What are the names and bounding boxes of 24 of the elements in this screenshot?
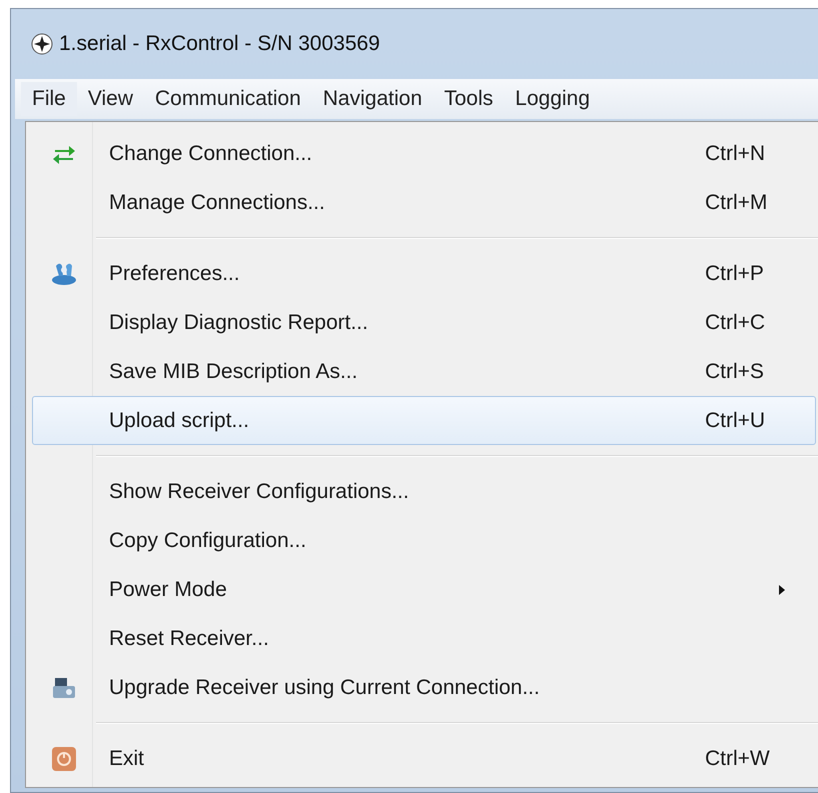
power-icon — [52, 746, 76, 770]
menu-item[interactable]: Exit Ctrl+W — [32, 734, 816, 783]
menu-bar-item[interactable]: Tools — [433, 82, 504, 116]
menu-item[interactable]: Upload script... Ctrl+U — [32, 396, 816, 445]
menu-bar-item[interactable]: View — [76, 82, 144, 116]
menu-item[interactable]: Copy Configuration... — [32, 516, 816, 565]
receiver-device-icon — [51, 676, 77, 700]
menu-item[interactable]: Show Receiver Configurations... — [32, 467, 816, 516]
menu-item[interactable]: Display Diagnostic Report... Ctrl+C — [32, 298, 816, 347]
menu-bar-item[interactable]: Logging — [504, 82, 601, 116]
menu-bar-item[interactable]: Communication — [144, 82, 312, 116]
window-title: 1.serial - RxControl - S/N 3003569 — [59, 32, 380, 56]
menu-bar-item[interactable]: Navigation — [312, 82, 434, 116]
submenu-arrow-icon — [779, 584, 785, 594]
menu-item[interactable]: Preferences... Ctrl+P — [32, 249, 816, 298]
menu-item[interactable]: Change Connection... Ctrl+N — [32, 129, 816, 178]
compass-icon — [31, 33, 53, 55]
swap-arrows-icon — [53, 144, 75, 164]
menu-item[interactable]: Upgrade Receiver using Current Connection... — [32, 663, 816, 712]
menu-item[interactable]: Power Mode — [32, 565, 816, 614]
preferences-icon — [51, 262, 77, 286]
menu-item[interactable]: Reset Receiver... — [32, 614, 816, 663]
menu-item[interactable]: Manage Connections... Ctrl+M — [32, 178, 816, 227]
menu-item[interactable]: Save MIB Description As... Ctrl+S — [32, 347, 816, 396]
